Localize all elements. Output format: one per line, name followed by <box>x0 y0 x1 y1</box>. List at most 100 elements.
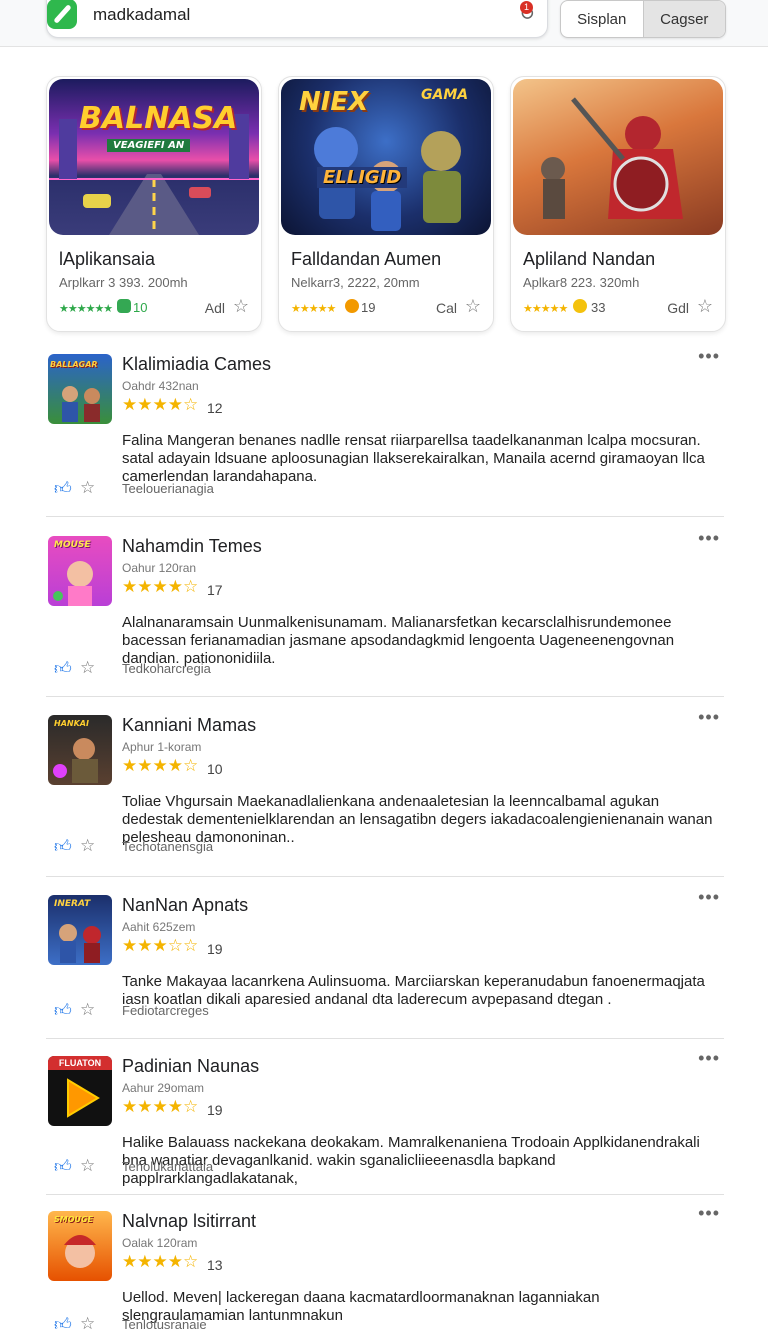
rating-stars: ★★★★☆ <box>122 395 199 414</box>
rating-badge-icon <box>117 299 131 313</box>
card-subtitle: Aplkar8 223. 320mh <box>523 275 640 290</box>
featured-card[interactable]: NIEX GAMA ELLIGID Falldandan Aumen Nelka… <box>278 76 494 332</box>
rating-stars: ★★★★☆ <box>122 1097 199 1116</box>
list-item[interactable]: FLUATON Padinian Naunas Aahur 29omam ★★★… <box>46 1048 724 1187</box>
app-title[interactable]: Nahamdin Temes <box>122 536 262 557</box>
app-category: Tedkoharcregia <box>122 661 211 676</box>
app-icon: MOUSE <box>48 536 112 606</box>
app-author: Aahit 625zem <box>122 920 196 934</box>
favorite-star-icon[interactable]: ☆ <box>80 1156 95 1176</box>
more-options-icon[interactable]: ••• <box>698 528 720 549</box>
rating-stars: ★★★★☆ <box>122 756 199 775</box>
favorite-star-icon[interactable]: ☆ <box>465 296 481 317</box>
search-query[interactable]: madkadamal <box>93 5 190 25</box>
more-options-icon[interactable]: ••• <box>698 707 720 728</box>
app-author: Oahur 120ran <box>122 561 197 575</box>
rating-stars: ★★★☆☆ <box>122 936 199 955</box>
app-title[interactable]: Nalvnap lsitirrant <box>122 1211 256 1232</box>
banner-title: BALNASA <box>79 101 238 136</box>
app-description: Tanke Makayaa lacanrkena Aulinsuoma. Mar… <box>122 973 705 1008</box>
app-description: Alalnanaramsain Uunmalkenisunamam. Malia… <box>122 614 675 667</box>
rating-badge-icon <box>345 299 359 313</box>
favorite-star-icon[interactable]: ☆ <box>697 296 713 317</box>
card-subtitle: Arplkarr 3 393. 200mh <box>59 275 188 290</box>
banner-subtitle: VEAGIEFI AN <box>107 139 191 152</box>
divider <box>46 1194 724 1195</box>
refresh-icon[interactable]: ↻ 1 <box>519 1 535 26</box>
featured-card[interactable]: BALNASA VEAGIEFI AN lAplikansaia Arplkar… <box>46 76 262 332</box>
app-author: Aphur 1-koram <box>122 740 202 754</box>
favorite-star-icon[interactable]: ☆ <box>80 1000 95 1020</box>
favorite-star-icon[interactable]: ☆ <box>80 1314 95 1334</box>
rating-count: 19 <box>207 941 223 957</box>
like-icon[interactable]: 👍︎ <box>54 658 72 679</box>
divider <box>46 516 724 517</box>
more-options-icon[interactable]: ••• <box>698 1048 720 1069</box>
app-category: Techotanensgia <box>122 839 214 854</box>
rating-count: 17 <box>207 582 223 598</box>
rating-stars: ★★★★★ <box>291 303 336 315</box>
app-title[interactable]: Kanniani Mamas <box>122 715 256 736</box>
rating-count: 10 <box>207 761 223 777</box>
card-title: Falldandan Aumen <box>291 249 442 269</box>
tab-cagser[interactable]: Cagser <box>642 1 725 37</box>
app-icon: SMOUGE <box>48 1211 112 1281</box>
view-toggle: Sisplan Cagser <box>560 0 726 38</box>
app-author: Oahdr 432nan <box>122 379 199 393</box>
divider <box>46 696 724 697</box>
rating-stars: ★★★★★ <box>523 303 568 315</box>
list-item[interactable]: SMOUGE Nalvnap lsitirrant Oalak 120ram ★… <box>46 1203 724 1341</box>
app-icon: BALLAGAR <box>48 354 112 424</box>
app-logo-icon <box>47 0 77 29</box>
app-icon: FLUATON <box>48 1056 112 1126</box>
card-action-label[interactable]: Gdl <box>667 300 689 316</box>
app-icon: HANKAI <box>48 715 112 785</box>
list-item[interactable]: HANKAI Kanniani Mamas Aphur 1-koram ★★★★… <box>46 707 724 865</box>
rating-count: 10 <box>133 300 148 315</box>
more-options-icon[interactable]: ••• <box>698 346 720 367</box>
top-bar: madkadamal ↻ 1 Sisplan Cagser <box>0 0 768 47</box>
app-icon: INERAT <box>48 895 112 965</box>
favorite-star-icon[interactable]: ☆ <box>80 658 95 678</box>
list-item[interactable]: BALLAGAR Klalimiadia Cames Oahdr 432nan … <box>46 346 724 504</box>
app-category: Fediotarcreges <box>122 1003 209 1018</box>
card-action-label[interactable]: Cal <box>436 300 457 316</box>
more-options-icon[interactable]: ••• <box>698 1203 720 1224</box>
app-author: Aahur 29omam <box>122 1081 205 1095</box>
more-options-icon[interactable]: ••• <box>698 887 720 908</box>
notification-badge: 1 <box>520 1 533 14</box>
list-item[interactable]: INERAT NanNan Apnats Aahit 625zem ★★★☆☆ … <box>46 887 724 1025</box>
like-icon[interactable]: 👍︎ <box>54 1000 72 1021</box>
divider <box>46 876 724 877</box>
app-title[interactable]: Klalimiadia Cames <box>122 354 271 375</box>
tab-sisplan[interactable]: Sisplan <box>561 1 643 37</box>
card-title: lAplikansaia <box>59 249 156 269</box>
favorite-star-icon[interactable]: ☆ <box>233 296 249 317</box>
list-item[interactable]: MOUSE Nahamdin Temes Oahur 120ran ★★★★☆ … <box>46 528 724 686</box>
banner-subtitle: ELLIGID <box>317 167 408 188</box>
featured-card[interactable]: Apliland Nandan Aplkar8 223. 320mh ★★★★★… <box>510 76 726 332</box>
like-icon[interactable]: 👍︎ <box>54 478 72 499</box>
rating-stars: ★★★★☆ <box>122 577 199 596</box>
card-title: Apliland Nandan <box>523 249 656 269</box>
app-author: Oalak 120ram <box>122 1236 198 1250</box>
card-action-label[interactable]: Adl <box>205 300 225 316</box>
divider <box>46 1038 724 1039</box>
favorite-star-icon[interactable]: ☆ <box>80 836 95 856</box>
app-category: Tenolukanattaia <box>122 1159 214 1174</box>
rating-count: 13 <box>207 1257 223 1273</box>
like-icon[interactable]: 👍︎ <box>54 836 72 857</box>
rating-count: 33 <box>591 300 606 315</box>
favorite-star-icon[interactable]: ☆ <box>80 478 95 498</box>
like-icon[interactable]: 👍︎ <box>54 1156 72 1177</box>
rating-stars: ★★★★☆ <box>122 1252 199 1271</box>
like-icon[interactable]: 👍︎ <box>54 1314 72 1335</box>
search-bar[interactable]: madkadamal ↻ 1 <box>46 0 548 38</box>
featured-banner-image: NIEX GAMA ELLIGID <box>281 79 491 235</box>
card-subtitle: Nelkarr3, 2222, 20mm <box>291 275 420 290</box>
rating-count: 12 <box>207 400 223 416</box>
app-title[interactable]: NanNan Apnats <box>122 895 248 916</box>
featured-banner-image <box>513 79 723 235</box>
app-title[interactable]: Padinian Naunas <box>122 1056 259 1077</box>
rating-badge-icon <box>573 299 587 313</box>
